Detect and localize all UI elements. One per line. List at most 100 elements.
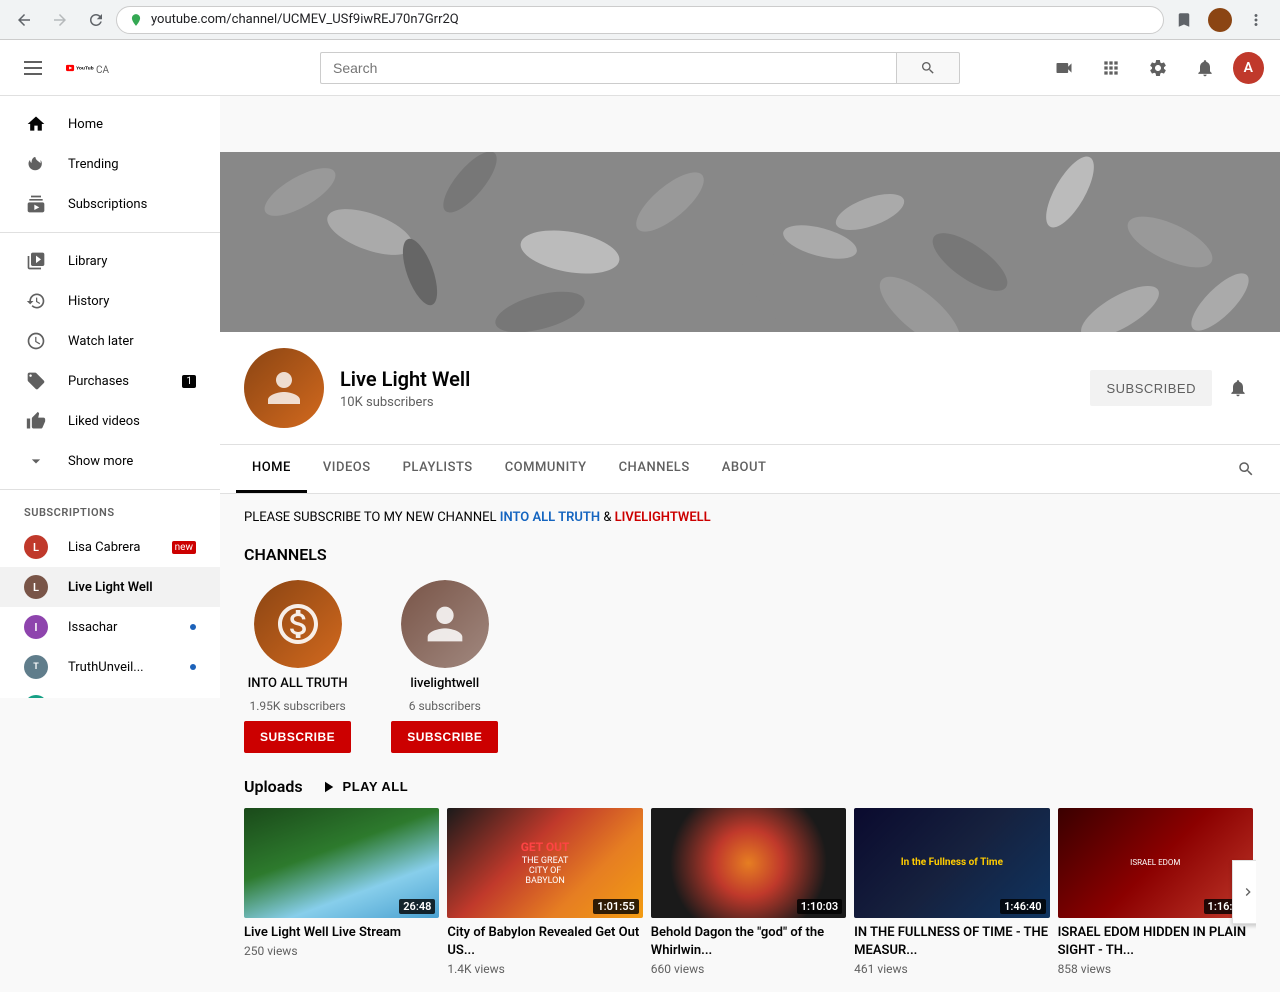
video-grid: 26:48 Live Light Well Live Stream 250 vi… — [244, 808, 1256, 976]
banner-link2[interactable]: LIVELIGHTWELL — [615, 510, 711, 525]
sidebar-sub-lisa[interactable]: L Lisa Cabrera new — [0, 527, 220, 567]
url-bar[interactable]: youtube.com/channel/UCMEV_USf9iwREJ70n7G… — [151, 12, 459, 27]
banner-middle: & — [600, 510, 615, 525]
sub-new-badge: new — [172, 541, 196, 554]
purchases-badge: 1 — [182, 375, 196, 388]
channel-card-subscribe-btn-0[interactable]: SUBSCRIBE — [244, 721, 351, 753]
account-button[interactable] — [1204, 4, 1236, 36]
sidebar-item-home[interactable]: Home — [0, 104, 220, 144]
video-thumb-0: 26:48 — [244, 808, 439, 918]
sidebar-item-subscriptions[interactable]: Subscriptions — [0, 184, 220, 224]
youtube-logo[interactable]: YouTube CA — [66, 58, 109, 78]
tab-videos[interactable]: VIDEOS — [307, 445, 387, 493]
sub-label-llw: Live Light Well — [68, 580, 196, 595]
hamburger-menu[interactable] — [16, 53, 50, 83]
subscribe-banner: PLEASE SUBSCRIBE TO MY NEW CHANNEL INTO … — [244, 510, 1256, 525]
video-camera-icon[interactable] — [1044, 48, 1083, 88]
video-title-0: Live Light Well Live Stream — [244, 924, 439, 942]
video-meta-0: 250 views — [244, 944, 439, 958]
channel-card-subscribe-btn-1[interactable]: SUBSCRIBE — [391, 721, 498, 753]
sidebar-trending-label: Trending — [68, 157, 196, 172]
sub-avatar-lisa: L — [24, 535, 48, 559]
video-duration-2: 1:10:03 — [797, 899, 842, 914]
video-card-0[interactable]: 26:48 Live Light Well Live Stream 250 vi… — [244, 808, 439, 976]
sidebar-watch-later-label: Watch later — [68, 334, 196, 349]
channel-name: Live Light Well — [340, 367, 1074, 391]
subscribed-button[interactable]: SUBSCRIBED — [1090, 370, 1212, 406]
tab-channels[interactable]: CHANNELS — [603, 445, 706, 493]
sub-label-issachar: Issachar — [68, 620, 170, 635]
sidebar-item-library[interactable]: Library — [0, 241, 220, 281]
menu-button[interactable] — [1240, 4, 1272, 36]
svg-text:YouTube: YouTube — [76, 65, 94, 71]
video-meta-3: 461 views — [854, 962, 1049, 976]
tab-home[interactable]: HOME — [236, 445, 307, 493]
user-avatar[interactable]: A — [1233, 52, 1264, 84]
sidebar-item-purchases[interactable]: Purchases 1 — [0, 361, 220, 401]
channel-card-avatar-1 — [401, 580, 489, 668]
channel-card-name-1: livelightwell — [410, 676, 479, 691]
bookmark-button[interactable] — [1168, 4, 1200, 36]
sub-dot-issachar — [190, 624, 196, 630]
settings-icon[interactable] — [1138, 48, 1177, 88]
refresh-button[interactable] — [80, 4, 112, 36]
sub-avatar-llw: L — [24, 575, 48, 599]
sidebar-sub-issachar[interactable]: I Issachar — [0, 607, 220, 647]
sidebar-library-label: Library — [68, 254, 196, 269]
liked-icon — [24, 409, 48, 433]
sidebar-item-watch-later[interactable]: Watch later — [0, 321, 220, 361]
video-duration-1: 1:01:55 — [593, 899, 638, 914]
play-all-button[interactable]: PLAY ALL — [319, 778, 409, 796]
video-duration-3: 1:46:40 — [1000, 899, 1045, 914]
sidebar-purchases-label: Purchases — [68, 374, 162, 389]
channel-search-button[interactable] — [1228, 451, 1264, 487]
apps-grid-icon[interactable] — [1091, 48, 1130, 88]
sidebar-history-label: History — [68, 294, 196, 309]
sidebar-item-show-more[interactable]: Show more — [0, 441, 220, 481]
channel-card-1[interactable]: livelightwell 6 subscribers SUBSCRIBE — [391, 580, 498, 753]
channel-tabs: HOME VIDEOS PLAYLISTS COMMUNITY CHANNELS… — [220, 445, 1280, 494]
sidebar-item-trending[interactable]: Trending — [0, 144, 220, 184]
history-icon — [24, 289, 48, 313]
video-title-2: Behold Dagon the "god" of the Whirlwin..… — [651, 924, 846, 960]
search-input[interactable] — [320, 52, 896, 84]
video-duration-0: 26:48 — [399, 899, 435, 914]
sidebar-liked-label: Liked videos — [68, 414, 196, 429]
video-card-3[interactable]: In the Fullness of Time 1:46:40 IN THE F… — [854, 808, 1049, 976]
notifications-icon[interactable] — [1186, 48, 1225, 88]
video-thumb-3: In the Fullness of Time 1:46:40 — [854, 808, 1049, 918]
sidebar-show-more-label: Show more — [68, 454, 196, 469]
video-meta-4: 858 views — [1058, 962, 1253, 976]
watch-later-icon — [24, 329, 48, 353]
video-thumb-1: GET OUT THE GREAT CITY OF BABYLON 1:01:5… — [447, 808, 642, 918]
forward-button[interactable] — [44, 4, 76, 36]
sidebar-item-history[interactable]: History — [0, 281, 220, 321]
tab-community[interactable]: COMMUNITY — [489, 445, 603, 493]
video-title-4: ISRAEL EDOM HIDDEN IN PLAIN SIGHT - TH..… — [1058, 924, 1253, 960]
video-card-2[interactable]: 1:10:03 Behold Dagon the "god" of the Wh… — [651, 808, 846, 976]
tab-playlists[interactable]: PLAYLISTS — [387, 445, 489, 493]
search-button[interactable] — [896, 52, 960, 84]
sidebar-subs-label: Subscriptions — [68, 197, 196, 212]
channel-content: PLEASE SUBSCRIBE TO MY NEW CHANNEL INTO … — [220, 494, 1280, 992]
video-meta-2: 660 views — [651, 962, 846, 976]
channel-details: Live Light Well 10K subscribers — [340, 367, 1074, 410]
channels-section-title: CHANNELS — [244, 545, 1256, 564]
video-title-1: City of Babylon Revealed Get Out US... — [447, 924, 642, 960]
banner-prefix: PLEASE SUBSCRIBE TO MY NEW CHANNEL — [244, 510, 500, 525]
video-card-4[interactable]: ISRAEL EDOM 1:16:11 ISRAEL EDOM HIDDEN I… — [1058, 808, 1253, 976]
library-icon — [24, 249, 48, 273]
channel-card-0[interactable]: INTO ALL TRUTH 1.95K subscribers SUBSCRI… — [244, 580, 351, 753]
tab-about[interactable]: ABOUT — [706, 445, 783, 493]
channel-card-subs-0: 1.95K subscribers — [249, 699, 345, 713]
play-all-label: PLAY ALL — [343, 779, 409, 794]
notification-bell-button[interactable] — [1220, 370, 1256, 406]
back-button[interactable] — [8, 4, 40, 36]
home-icon — [24, 112, 48, 136]
channel-card-subs-1: 6 subscribers — [409, 699, 481, 713]
banner-link1[interactable]: INTO ALL TRUTH — [500, 510, 600, 525]
video-next-button[interactable] — [1232, 860, 1256, 924]
sidebar-sub-live-light-well[interactable]: L Live Light Well — [0, 567, 220, 607]
video-card-1[interactable]: GET OUT THE GREAT CITY OF BABYLON 1:01:5… — [447, 808, 642, 976]
sidebar-item-liked[interactable]: Liked videos — [0, 401, 220, 441]
